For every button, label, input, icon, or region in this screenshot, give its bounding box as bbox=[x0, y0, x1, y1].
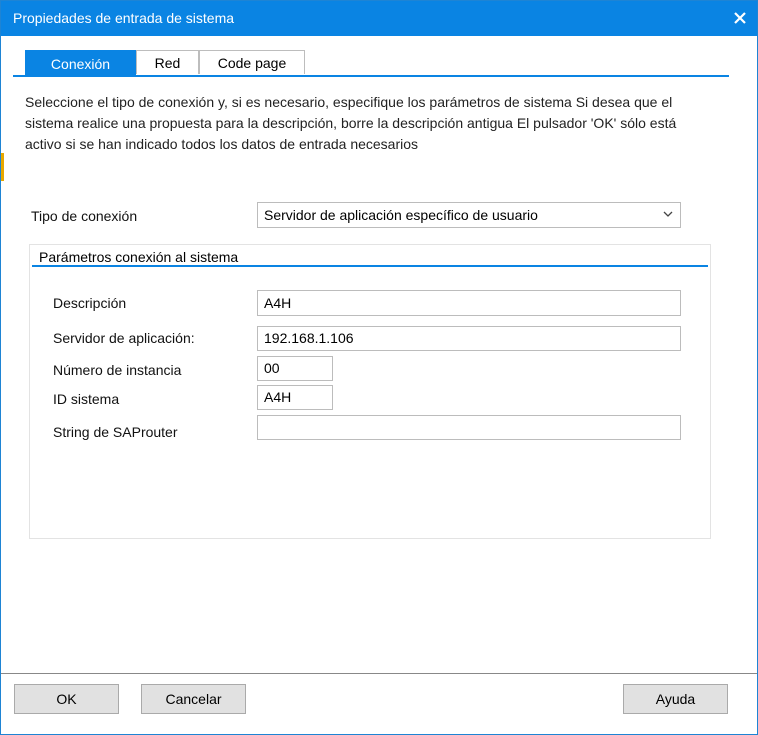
window-title: Propiedades de entrada de sistema bbox=[13, 10, 235, 26]
group-title-underline bbox=[32, 265, 708, 267]
tab-bar: Conexión Red Code page bbox=[25, 50, 305, 76]
title-bar: Propiedades de entrada de sistema bbox=[1, 1, 757, 36]
footer-divider bbox=[1, 673, 757, 674]
system-params-group: Parámetros conexión al sistema bbox=[29, 244, 711, 539]
description-field[interactable]: A4H bbox=[257, 290, 681, 316]
ok-button[interactable]: OK bbox=[14, 684, 119, 714]
close-button[interactable] bbox=[725, 3, 755, 33]
saprouter-label: String de SAProuter bbox=[53, 424, 178, 440]
dialog-window: Propiedades de entrada de sistema Conexi… bbox=[0, 0, 758, 735]
description-label: Descripción bbox=[53, 295, 127, 311]
help-button[interactable]: Ayuda bbox=[623, 684, 728, 714]
tab-underline bbox=[13, 75, 729, 77]
instance-number-field[interactable]: 00 bbox=[257, 356, 333, 381]
system-id-label: ID sistema bbox=[53, 391, 120, 407]
instructions-text: Seleccione el tipo de conexión y, si es … bbox=[25, 94, 677, 152]
connection-type-value: Servidor de aplicación específico de usu… bbox=[264, 207, 538, 223]
saprouter-field[interactable] bbox=[257, 415, 681, 440]
tab-red[interactable]: Red bbox=[136, 50, 199, 74]
connection-type-label: Tipo de conexión bbox=[31, 208, 138, 224]
group-title: Parámetros conexión al sistema bbox=[39, 249, 239, 265]
instance-number-label: Número de instancia bbox=[53, 362, 182, 378]
tab-conexion[interactable]: Conexión bbox=[25, 50, 136, 76]
connection-type-select[interactable]: Servidor de aplicación específico de usu… bbox=[257, 202, 681, 228]
app-server-label: Servidor de aplicación: bbox=[53, 330, 195, 346]
left-edge-accent bbox=[1, 153, 4, 181]
app-server-field[interactable]: 192.168.1.106 bbox=[257, 326, 681, 351]
close-icon bbox=[734, 12, 746, 24]
tab-code-page[interactable]: Code page bbox=[199, 50, 305, 74]
cancel-button[interactable]: Cancelar bbox=[141, 684, 246, 714]
chevron-down-icon bbox=[663, 211, 673, 217]
system-id-field[interactable]: A4H bbox=[257, 385, 333, 410]
